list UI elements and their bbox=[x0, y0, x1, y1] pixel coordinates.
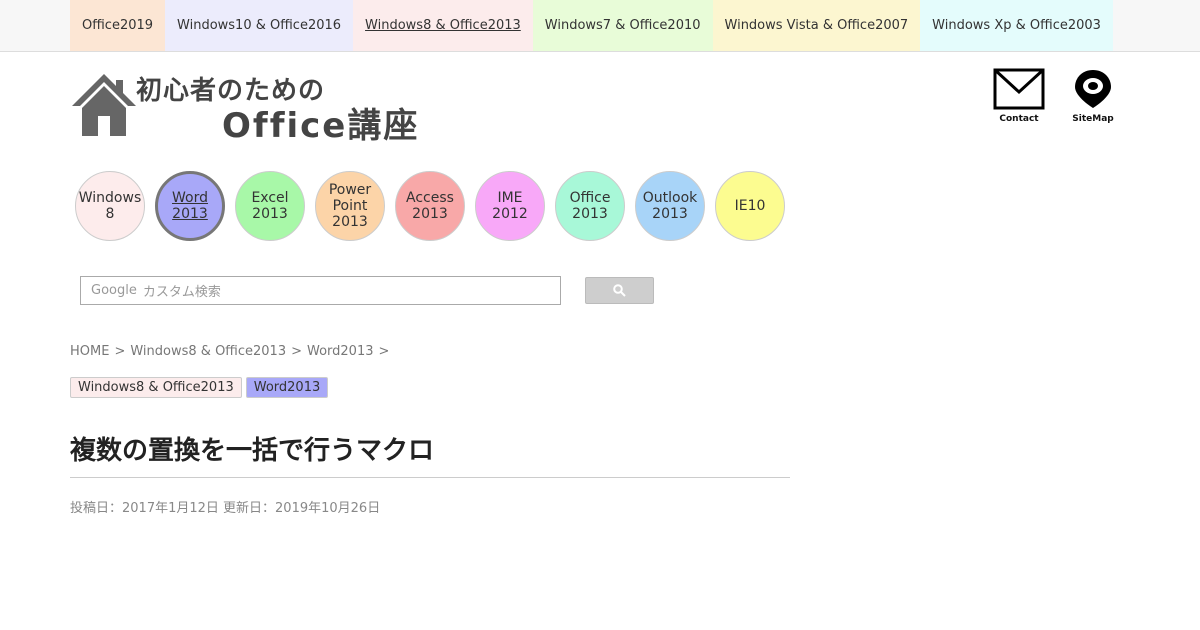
search-button[interactable] bbox=[585, 277, 654, 304]
sitemap-link[interactable]: SiteMap bbox=[1064, 68, 1122, 124]
category-circle[interactable]: Power Point 2013 bbox=[315, 171, 385, 241]
breadcrumb-separator: > bbox=[291, 344, 302, 359]
category-tag[interactable]: Word2013 bbox=[245, 377, 329, 398]
logo-line-2: Office講座 bbox=[222, 106, 420, 146]
category-circle[interactable]: IE10 bbox=[715, 171, 785, 241]
article-dates: 投稿日：2017年1月12日 更新日：2019年10月26日 bbox=[70, 501, 381, 516]
article-title: 複数の置換を一括で行うマクロ bbox=[70, 430, 790, 478]
breadcrumb-separator: > bbox=[378, 344, 390, 359]
topnav-item[interactable]: Windows10 & Office2016 bbox=[165, 0, 354, 51]
topnav-item[interactable]: Windows7 & Office2010 bbox=[532, 0, 713, 51]
category-circle[interactable]: Word 2013 bbox=[155, 171, 225, 241]
envelope-icon bbox=[993, 68, 1045, 110]
category-circle[interactable]: IME 2012 bbox=[475, 171, 545, 241]
topnav-item[interactable]: Windows Xp & Office2003 bbox=[920, 0, 1113, 51]
search-input[interactable]: Google カスタム検索 bbox=[80, 276, 561, 305]
search-icon bbox=[613, 284, 626, 297]
category-circle[interactable]: Excel 2013 bbox=[235, 171, 305, 241]
house-icon bbox=[72, 74, 136, 136]
breadcrumb-link[interactable]: HOME bbox=[70, 344, 109, 359]
contact-label: Contact bbox=[999, 114, 1039, 124]
category-circle[interactable]: Windows 8 bbox=[75, 171, 145, 241]
google-brand: Google bbox=[91, 283, 137, 298]
topnav-item[interactable]: Office2019 bbox=[70, 0, 166, 51]
category-circle[interactable]: Office 2013 bbox=[555, 171, 625, 241]
map-pin-icon bbox=[1075, 70, 1111, 108]
topnav-item[interactable]: Windows8 & Office2013 bbox=[353, 0, 533, 51]
topnav-item[interactable]: Windows Vista & Office2007 bbox=[712, 0, 921, 51]
search-placeholder: カスタム検索 bbox=[142, 285, 221, 300]
top-nav-list: Office2019 Windows10 & Office2016 Windows8… bbox=[70, 0, 1113, 51]
breadcrumb-separator: > bbox=[114, 344, 126, 359]
sitemap-label: SiteMap bbox=[1072, 114, 1114, 124]
breadcrumb-link[interactable]: Windows8 & Office2013 bbox=[130, 344, 286, 359]
breadcrumb-link[interactable]: Word2013 bbox=[307, 344, 374, 359]
category-circle[interactable]: Outlook 2013 bbox=[635, 171, 705, 241]
contact-link[interactable]: Contact bbox=[991, 68, 1047, 124]
category-tag[interactable]: Windows8 & Office2013 bbox=[70, 377, 242, 398]
category-tags: Windows8 & Office2013 Word2013 bbox=[70, 377, 329, 398]
category-circle[interactable]: Access 2013 bbox=[395, 171, 465, 241]
category-circles: Windows 8 Word 2013 Excel 2013 Power Point … bbox=[75, 171, 795, 241]
top-navigation: Office2019 Windows10 & Office2016 Windows8… bbox=[0, 0, 1200, 52]
site-logo[interactable]: 初心者のための Office講座 bbox=[70, 68, 450, 146]
breadcrumb: HOME > Windows8 & Office2013 > Word2013 > bbox=[70, 344, 389, 359]
